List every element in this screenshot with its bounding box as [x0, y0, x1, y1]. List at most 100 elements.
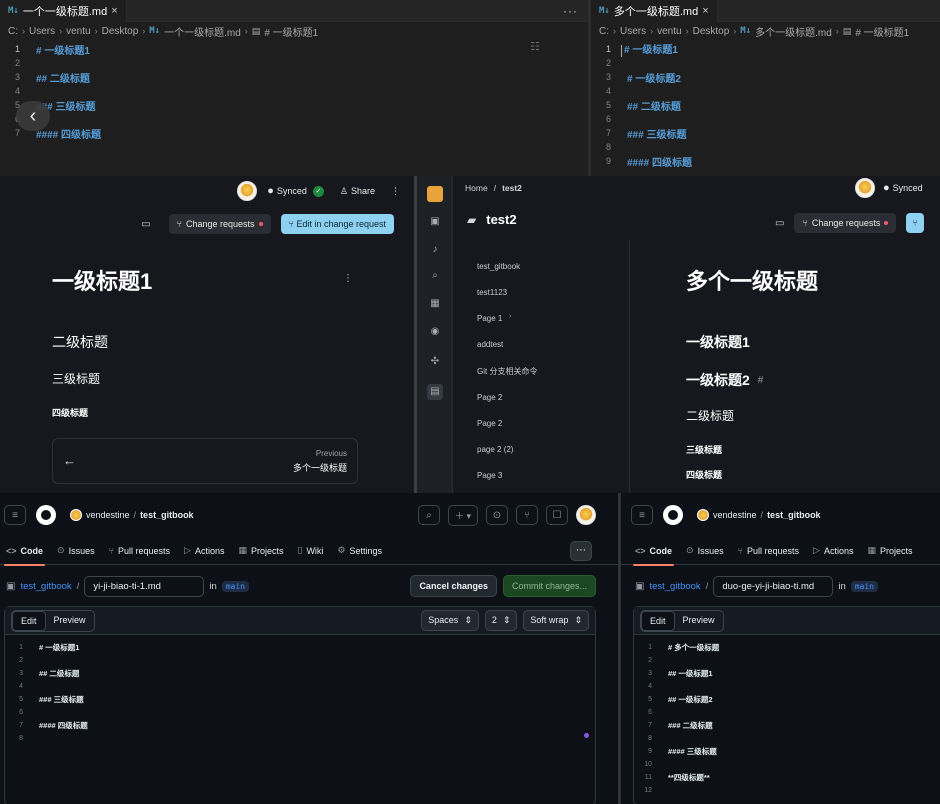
tab-settings[interactable]: ⚙ Settings — [337, 537, 382, 565]
breadcrumb-item[interactable]: # 一级标题1 — [264, 24, 318, 39]
owner-link[interactable]: vendestine — [86, 510, 130, 520]
indent-mode-select[interactable]: Spaces ⇕ — [421, 610, 479, 631]
tab-issues[interactable]: ⊙ Issues — [686, 537, 724, 565]
tab-projects[interactable]: ▦ Projects — [238, 537, 283, 565]
book-icon[interactable]: ▤ — [427, 384, 443, 400]
synced-status[interactable]: ● Synced ✓ — [267, 185, 324, 197]
filename-input[interactable]: yi-ji-biao-ti-1.md — [84, 575, 205, 597]
tab-pull-requests[interactable]: ⑂ Pull requests — [738, 537, 799, 565]
create-new-button[interactable]: ＋ ▾ — [447, 504, 478, 526]
repo-name-link[interactable]: test_gitbook — [767, 510, 821, 520]
code-editor[interactable]: 1 # 一级标题1 2 3 ## 二级标题 4 5### 三级标题 6 7#### … — [0, 42, 588, 172]
menu-icon[interactable]: ≡ — [631, 505, 653, 525]
repo-link[interactable]: test_gitbook — [20, 581, 71, 592]
edit-button[interactable]: ⑂ — [906, 213, 924, 233]
comment-icon[interactable]: ▭ — [775, 218, 784, 229]
comment-icon[interactable]: ▭ — [141, 219, 150, 230]
menu-icon[interactable]: ≡ — [4, 505, 26, 525]
bell-icon[interactable]: ♪ — [429, 244, 441, 256]
issues-icon[interactable]: ⊙ — [486, 505, 508, 525]
avatar[interactable] — [855, 178, 875, 198]
breadcrumb-item[interactable]: Users — [620, 26, 646, 37]
toc-item[interactable]: Page 1 — [477, 314, 502, 323]
breadcrumb-item[interactable]: 多个一级标题.md — [755, 24, 832, 39]
panel-icon[interactable]: ▣ — [429, 216, 441, 228]
toc-item[interactable]: Page 3 — [477, 471, 502, 480]
split-editor-icon[interactable]: ☷ — [530, 40, 540, 53]
repo-name-link[interactable]: test_gitbook — [140, 510, 194, 520]
code-editor[interactable]: 1 # 一级标题1 2 3 # 一级标题2 4 5 ## 二级标题 6 7 ### 三级… — [591, 42, 940, 172]
editor-tab[interactable]: M↓ 多个一级标题.md × — [591, 0, 718, 22]
tab-projects[interactable]: ▦ Projects — [867, 537, 912, 565]
more-actions-icon[interactable]: ··· — [563, 4, 588, 18]
chevron-right-icon[interactable]: › — [509, 313, 511, 320]
sidebar-toggle-icon[interactable]: ▣ — [6, 581, 15, 592]
toc-item[interactable]: Git 分支相关命令 — [477, 366, 537, 377]
breadcrumb-item[interactable]: # 一级标题1 — [855, 24, 909, 39]
breadcrumb-current[interactable]: test2 — [502, 183, 522, 193]
edit-tab[interactable]: Edit — [641, 610, 675, 631]
toc-item[interactable]: test_gitbook — [477, 262, 520, 271]
toc-item[interactable]: addtest — [477, 340, 503, 349]
toc-item[interactable]: test1123 — [477, 288, 507, 297]
preview-tab[interactable]: Preview — [46, 611, 94, 631]
breadcrumb-item[interactable]: Users — [29, 26, 55, 37]
breadcrumb-item[interactable]: 一个一级标题.md — [164, 24, 241, 39]
avatar[interactable] — [576, 505, 596, 525]
tab-actions[interactable]: ▷ Actions — [184, 537, 224, 565]
tab-pull-requests[interactable]: ⑂ Pull requests — [109, 537, 170, 565]
toc-item[interactable]: page 2 (2) — [477, 445, 513, 454]
more-vertical-icon[interactable]: ⋮ — [343, 273, 353, 284]
record-icon[interactable]: ◉ — [429, 326, 441, 338]
indent-size-select[interactable]: 2 ⇕ — [484, 610, 518, 631]
edit-in-change-request-button[interactable]: ⑂ Edit in change request — [280, 214, 394, 234]
wrap-mode-select[interactable]: Soft wrap ⇕ — [523, 610, 589, 631]
breadcrumb-item[interactable]: ventu — [657, 26, 681, 37]
commit-changes-button[interactable]: Commit changes... — [502, 575, 596, 597]
tab-code[interactable]: <> Code — [632, 537, 675, 566]
change-requests-button[interactable]: ⑂ Change requests — [168, 214, 271, 234]
tab-wiki[interactable]: ▯ Wiki — [297, 537, 323, 565]
search-icon[interactable]: ⌕ — [429, 270, 441, 282]
code-area[interactable]: 1 # 一级标题1 2 3 ## 二级标题 4 5 ### 三级标题 6 7 #### … — [5, 635, 595, 804]
share-button[interactable]: ♙ Share — [340, 186, 375, 197]
more-icon[interactable]: ⋯ — [570, 540, 592, 561]
synced-status[interactable]: ● Synced — [883, 182, 923, 194]
toc-item[interactable]: Page 2 — [477, 419, 502, 428]
breadcrumb-item[interactable]: C: — [8, 26, 18, 37]
repo-link[interactable]: test_gitbook — [649, 581, 700, 592]
tab-issues[interactable]: ⊙ Issues — [57, 537, 95, 565]
preview-tab[interactable]: Preview — [675, 611, 723, 631]
breadcrumb-item[interactable]: C: — [599, 26, 609, 37]
back-arrow-icon[interactable]: ‹ — [16, 101, 50, 131]
github-logo-icon[interactable] — [36, 505, 56, 525]
inbox-icon[interactable]: ☐ — [546, 505, 568, 525]
github-logo-icon[interactable] — [663, 505, 683, 525]
plugin-icon[interactable]: ✣ — [429, 356, 441, 368]
change-requests-button[interactable]: ⑂ Change requests — [794, 213, 897, 233]
breadcrumb-item[interactable]: Desktop — [693, 26, 730, 37]
logo-icon[interactable] — [427, 186, 443, 202]
tab-actions[interactable]: ▷ Actions — [813, 537, 853, 565]
pull-requests-icon[interactable]: ⑂ — [516, 505, 538, 525]
edit-tab[interactable]: Edit — [12, 610, 46, 631]
grid-icon[interactable]: ▦ — [429, 298, 441, 310]
toc-item[interactable]: Page 2 — [477, 393, 502, 402]
close-icon[interactable]: × — [111, 5, 117, 17]
code-area[interactable]: 1 # 多个一级标题 2 3 ## 一级标题1 4 5 ## 一级标题2 6 7 ###… — [634, 635, 940, 804]
filename-input[interactable]: duo-ge-yi-ji-biao-ti.md — [713, 575, 834, 597]
search-icon[interactable]: ⌕ — [417, 505, 440, 525]
tab-code[interactable]: <> Code — [3, 537, 46, 566]
close-icon[interactable]: × — [702, 5, 708, 17]
breadcrumb-item[interactable]: Desktop — [102, 26, 139, 37]
cancel-changes-button[interactable]: Cancel changes — [410, 575, 497, 597]
breadcrumb-item[interactable]: ventu — [66, 26, 90, 37]
sidebar-toggle-icon[interactable]: ▣ — [635, 581, 644, 592]
more-vertical-icon[interactable]: ⋮ — [391, 186, 400, 197]
editor-tab[interactable]: M↓ 一个一级标题.md × — [0, 0, 127, 22]
breadcrumb-home[interactable]: Home — [465, 183, 488, 193]
owner-link[interactable]: vendestine — [713, 510, 757, 520]
previous-page-card[interactable]: ← Previous 多个一级标题 — [52, 438, 358, 484]
avatar[interactable] — [237, 181, 258, 201]
anchor-link[interactable]: # — [758, 375, 764, 386]
